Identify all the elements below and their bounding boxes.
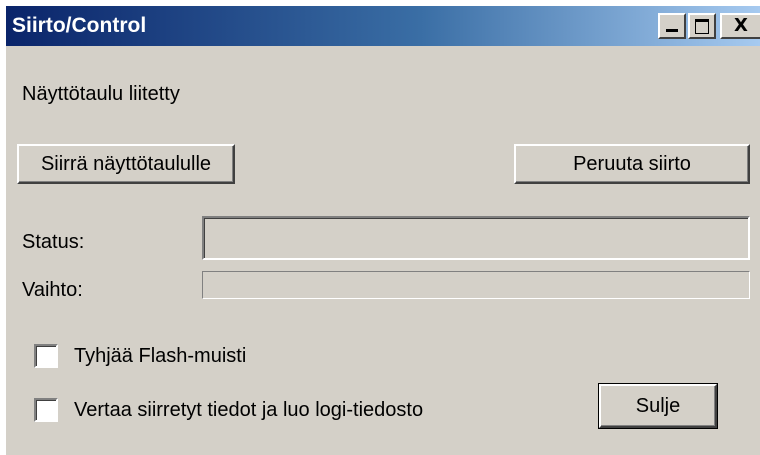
compare-log-label: Vertaa siirretyt tiedot ja luo logi-tied… <box>74 399 424 421</box>
dialog-window: Siirto/Control X Näyttötaulu liitetty Si… <box>6 6 760 455</box>
phase-progress-bar <box>202 271 750 299</box>
title-bar[interactable]: Siirto/Control X <box>6 6 760 46</box>
maximize-icon <box>695 19 709 34</box>
clear-flash-checkbox[interactable] <box>34 344 58 368</box>
close-window-button[interactable]: X <box>720 13 760 39</box>
phase-label: Vaihto: <box>22 279 83 301</box>
window-title: Siirto/Control <box>12 14 147 37</box>
status-field <box>202 216 750 260</box>
cancel-transfer-button[interactable]: Peruuta siirto <box>514 144 750 184</box>
connection-status-text: Näyttötaulu liitetty <box>22 83 180 105</box>
close-button[interactable]: Sulje <box>598 383 718 429</box>
close-icon: X <box>734 15 748 36</box>
transfer-to-display-button[interactable]: Siirrä näyttötaululle <box>17 144 235 184</box>
minimize-icon <box>666 29 678 32</box>
status-label: Status: <box>22 231 85 253</box>
maximize-button[interactable] <box>688 13 716 39</box>
compare-log-checkbox[interactable] <box>34 398 58 422</box>
clear-flash-label: Tyhjää Flash-muisti <box>74 345 247 367</box>
minimize-button[interactable] <box>658 13 686 39</box>
